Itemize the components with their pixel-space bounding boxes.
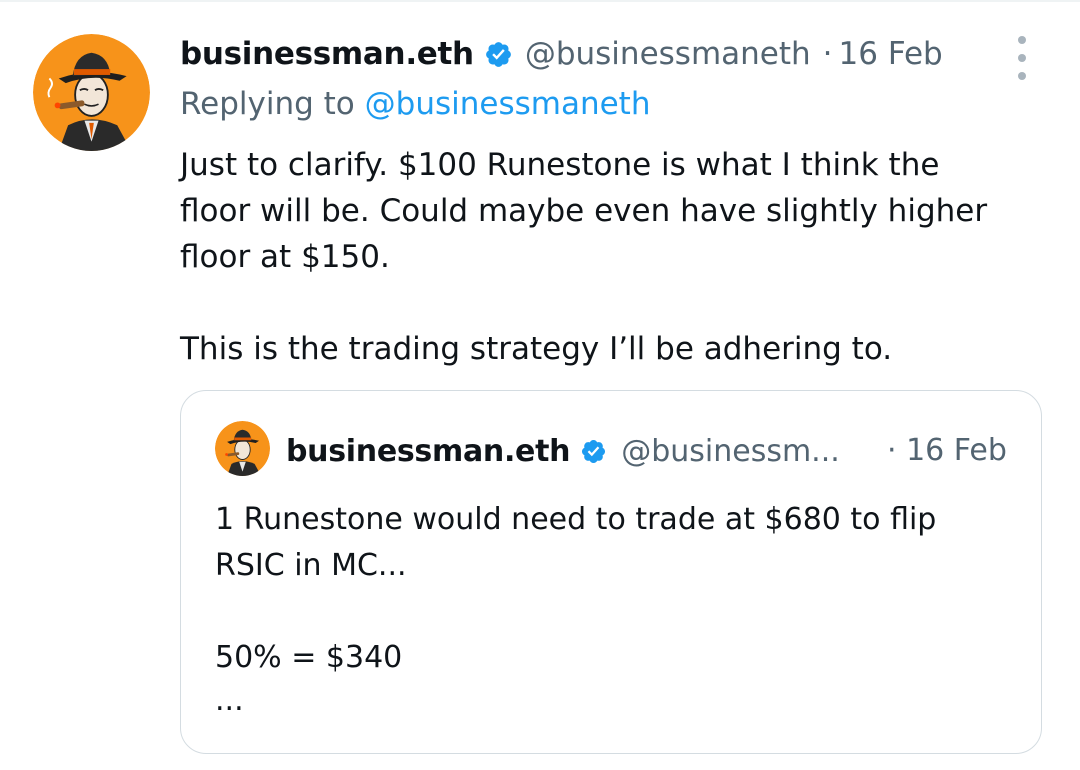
more-dot [1018,72,1026,80]
tweet-body-line: floor at $150. [180,239,390,275]
quote-body: 1 Runestone would need to trade at $680 … [215,497,1015,721]
tweet-body-line: floor will be. Could maybe even have sli… [180,193,988,229]
tweet-body: Just to clarify. $100 Runestone is what … [180,142,1020,372]
top-divider [0,0,1080,2]
tweet-header: businessman.eth @businessmaneth · 16 Feb [180,30,943,78]
author-handle[interactable]: @businessmaneth [525,36,811,72]
quote-body-line: 1 Runestone would need to trade at $680 … [215,502,937,537]
quote-date[interactable]: · 16 Feb [887,429,1007,473]
quote-body-line: RSIC in MC... [215,548,407,583]
avatar-image [33,34,150,151]
quote-author-handle[interactable]: @businessm... [621,434,840,469]
replying-mention-link[interactable]: @businessmaneth [365,86,651,122]
more-dot [1018,54,1026,62]
more-options-icon[interactable] [1010,36,1034,80]
quote-author-avatar[interactable] [215,421,270,476]
quote-tweet-card[interactable]: businessman.eth @businessm... · 16 Feb 1… [180,390,1042,754]
separator-dot: · [822,36,833,72]
quote-body-line: 50% = $340 [215,640,403,675]
replying-to: Replying to @businessmaneth [180,86,650,122]
tweet-body-line: This is the trading strategy I’ll be adh… [180,331,893,367]
verified-badge-icon [484,40,513,69]
avatar-image [215,421,270,476]
quote-author-name[interactable]: businessman.eth [286,434,571,469]
author-name[interactable]: businessman.eth [180,36,474,72]
replying-prefix: Replying to [180,86,355,122]
tweet-date[interactable]: 16 Feb [839,36,943,72]
quote-truncation-ellipsis: ... [215,683,244,718]
quote-header: businessman.eth @businessm... [286,429,840,473]
verified-badge-icon [580,438,607,465]
tweet-body-line: Just to clarify. $100 Runestone is what … [180,147,940,183]
author-avatar[interactable] [33,34,150,151]
more-dot [1018,36,1026,44]
